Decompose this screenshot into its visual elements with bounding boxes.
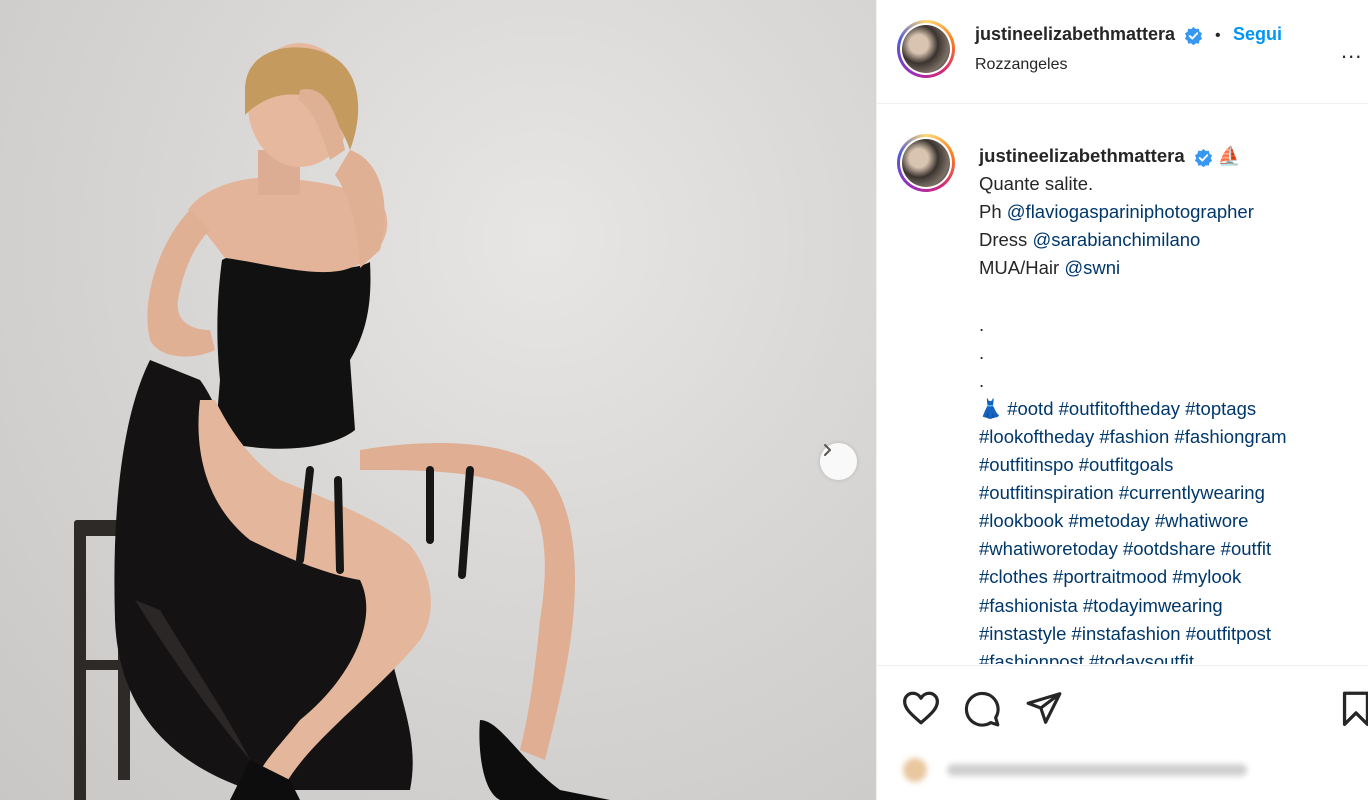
author-username[interactable]: justineelizabethmattera [975, 24, 1175, 44]
hashtag-line[interactable]: #outfitinspo #outfitgoals [979, 451, 1359, 479]
caption-dot: . [979, 369, 985, 391]
author-avatar[interactable] [897, 20, 955, 78]
likes-text-blurred [947, 764, 1247, 776]
follow-separator: • [1214, 27, 1221, 44]
comment-icon[interactable] [963, 690, 1001, 728]
liker-avatar [903, 758, 927, 782]
hashtag-line[interactable]: #instastyle #instafashion #outfitpost [979, 620, 1359, 648]
mention-link[interactable]: @swni [1064, 257, 1120, 278]
follow-button[interactable]: Segui [1233, 24, 1282, 44]
heart-icon[interactable] [901, 690, 941, 726]
hashtag-link[interactable]: #ootd #outfitoftheday #toptags [1007, 398, 1256, 419]
more-options-button[interactable]: ... [1341, 38, 1362, 64]
caption-username[interactable]: justineelizabethmattera [979, 145, 1185, 166]
chevron-right-icon [824, 444, 831, 456]
hashtag-line[interactable]: #fashionista #todayimwearing [979, 592, 1359, 620]
hashtag-line[interactable]: #clothes #portraitmood #mylook [979, 563, 1359, 591]
caption-text: justineelizabethmattera ⛵ Quante salite.… [979, 142, 1359, 664]
post-actions [877, 665, 1368, 756]
credit-line: Dress @sarabianchimilano [979, 229, 1201, 251]
credit-line: Ph @flaviogaspariniphotographer [979, 201, 1254, 223]
post-side-panel: justineelizabethmattera • Segui Rozzange… [876, 0, 1368, 800]
hashtag-line[interactable]: #whatiworetoday #ootdshare #outfit [979, 535, 1359, 563]
caption-line: Quante salite. [979, 173, 1094, 195]
caption-avatar[interactable] [897, 134, 955, 192]
post-header: justineelizabethmattera • Segui Rozzange… [877, 0, 1368, 104]
send-icon[interactable] [1025, 690, 1063, 726]
carousel-next-button[interactable] [820, 443, 857, 480]
mention-link[interactable]: @flaviogaspariniphotographer [1007, 201, 1254, 222]
photo-illustration [74, 43, 610, 800]
verified-badge-icon [1184, 27, 1202, 46]
verified-badge-icon [1194, 148, 1212, 167]
bookmark-icon[interactable] [1341, 690, 1368, 726]
caption-emoji: ⛵ [1217, 145, 1241, 166]
likes-summary[interactable] [903, 756, 1253, 784]
credit-line: MUA/Hair @swni [979, 257, 1121, 279]
hashtag-line[interactable]: #lookoftheday #fashion #fashiongram [979, 423, 1359, 451]
caption-area: justineelizabethmattera ⛵ Quante salite.… [877, 104, 1368, 664]
hashtag-line[interactable]: #fashionpost #todaysoutfit [979, 648, 1359, 664]
dress-emoji: 👗 [979, 397, 1003, 419]
post-photo[interactable] [0, 0, 876, 800]
hashtag-line: 👗 #ootd #outfitoftheday #toptags [979, 395, 1359, 423]
hashtag-line[interactable]: #lookbook #metoday #whatiwore [979, 507, 1359, 535]
caption-dot: . [979, 341, 985, 363]
post-location[interactable]: Rozzangeles [975, 56, 1068, 74]
caption-dot: . [979, 313, 985, 335]
mention-link[interactable]: @sarabianchimilano [1032, 229, 1200, 250]
hashtag-line[interactable]: #outfitinspiration #currentlywearing [979, 479, 1359, 507]
